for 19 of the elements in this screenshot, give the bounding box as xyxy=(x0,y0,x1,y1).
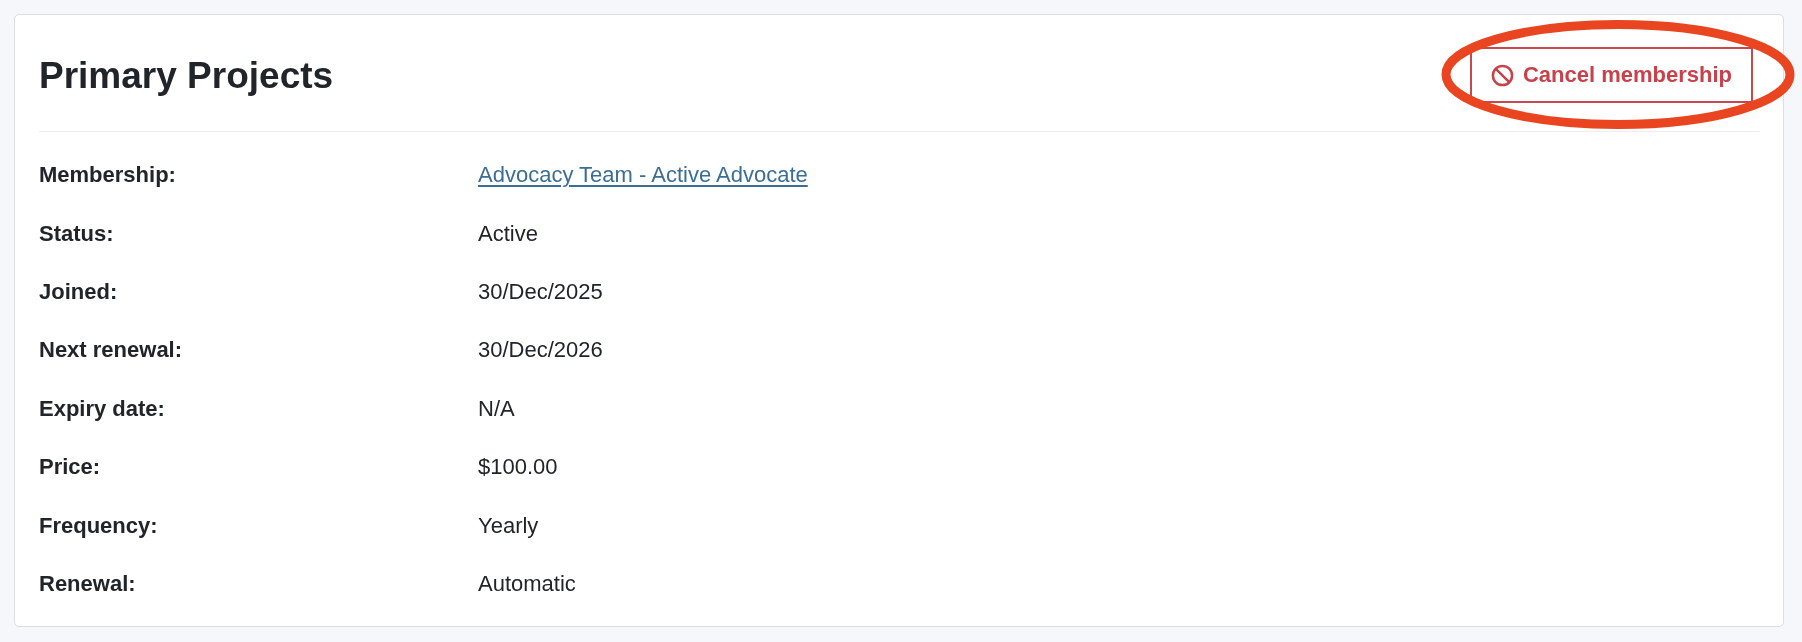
field-value: $100.00 xyxy=(478,454,558,481)
field-value: 30/Dec/2026 xyxy=(478,337,603,364)
card-title: Primary Projects xyxy=(39,56,334,94)
field-label: Status: xyxy=(39,220,115,247)
field-label: Joined: xyxy=(39,278,119,305)
field-value: Active xyxy=(478,220,538,247)
field-label: Expiry date: xyxy=(39,395,166,422)
field-value: N/A xyxy=(478,395,515,422)
field-label: Next renewal: xyxy=(39,337,184,364)
field-label: Frequency: xyxy=(39,512,159,539)
field-label: Renewal: xyxy=(39,570,137,597)
field-value: Yearly xyxy=(478,512,539,539)
ban-icon xyxy=(1490,63,1514,87)
field-value: 30/Dec/2025 xyxy=(478,278,603,305)
membership-link[interactable]: Advocacy Team - Active Advocate xyxy=(478,162,808,189)
field-value: Automatic xyxy=(478,570,576,597)
field-label: Membership: xyxy=(39,162,177,189)
cancel-membership-button[interactable]: Cancel membership xyxy=(1469,47,1753,103)
field-label: Price: xyxy=(39,454,102,481)
